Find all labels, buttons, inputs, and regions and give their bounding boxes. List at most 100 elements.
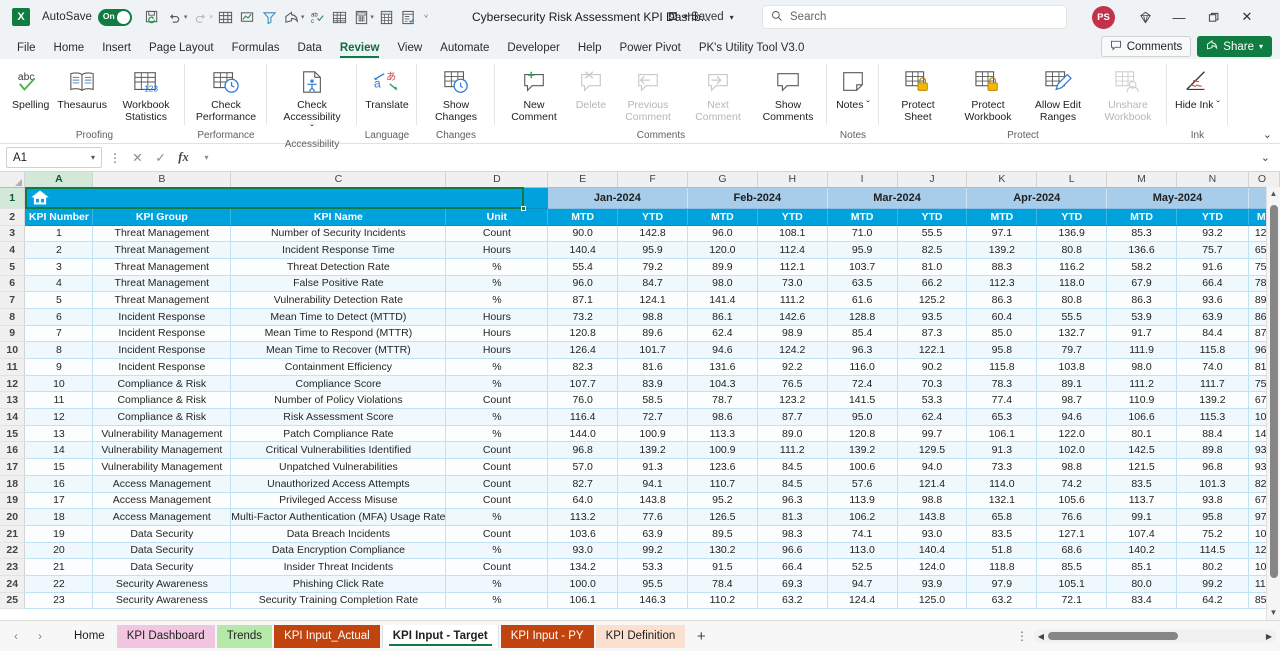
show-comments-button[interactable]: Show Comments (753, 63, 823, 125)
cell-value[interactable]: 58.2 (1106, 258, 1177, 276)
cell-value[interactable]: 75.7 (1176, 241, 1249, 259)
sheet-tab-kpi-definition[interactable]: KPI Definition (595, 624, 686, 648)
formula-input[interactable] (220, 147, 1253, 168)
sheet-tab-kpi-input-actual[interactable]: KPI Input_Actual (274, 624, 380, 648)
cell-value[interactable]: 80.8 (1036, 291, 1108, 309)
table-row[interactable]: 6 4 Threat Management False Positive Rate% 9… (0, 275, 1280, 293)
select-all-corner[interactable] (0, 172, 26, 188)
cell-value[interactable]: 73.0 (757, 275, 828, 293)
cell-kpi-name[interactable]: Unauthorized Access Attempts (230, 475, 447, 493)
cell-value[interactable]: 55.5 (897, 225, 968, 243)
cell-value[interactable]: 81.6 (617, 358, 688, 376)
cell-value[interactable]: 130.2 (687, 542, 758, 560)
cell-kpi-number[interactable]: 6 (24, 308, 94, 326)
cell-value[interactable]: 78.7 (687, 391, 758, 410)
cell-value[interactable]: 72.4 (827, 375, 898, 393)
allow-edit-ranges-button[interactable]: Allow Edit Ranges (1023, 63, 1093, 125)
cell-unit[interactable]: Hours (445, 325, 549, 343)
cell-value[interactable]: 76.0 (547, 391, 619, 410)
cell-kpi-group[interactable]: Data Security (92, 542, 232, 560)
table-row[interactable]: 13 11 Compliance & Risk Number of Policy Vi… (0, 391, 1280, 410)
cell-kpi-group[interactable]: Security Awareness (92, 592, 232, 610)
cell-value[interactable]: 80.1 (1106, 425, 1177, 443)
cell-kpi-number[interactable]: 18 (24, 508, 94, 526)
cell-value[interactable]: 99.2 (1176, 575, 1249, 593)
cell-value[interactable]: 64.0 (547, 492, 619, 510)
cell-value[interactable]: 65.3 (966, 408, 1038, 426)
table-row[interactable]: 9 7 Incident Response Mean Time to Respond … (0, 325, 1280, 343)
cell-kpi-group[interactable]: Incident Response (92, 341, 232, 359)
cell-value[interactable]: 132.7 (1036, 325, 1108, 343)
cell-value[interactable]: 89.9 (687, 258, 758, 276)
vertical-scrollbar[interactable]: ▲ ▼ (1266, 187, 1280, 620)
cell-kpi-group[interactable]: Vulnerability Management (92, 441, 232, 460)
cell-value[interactable]: 106.6 (1106, 408, 1177, 426)
cell-value[interactable]: 93.0 (547, 542, 619, 560)
cell-value[interactable]: 114.0 (966, 475, 1038, 493)
cell-kpi-group[interactable]: Data Security (92, 558, 232, 576)
cell-value[interactable]: 82.3 (547, 358, 619, 376)
cell-value[interactable]: 141.4 (687, 291, 758, 309)
cell-a1-title[interactable] (24, 187, 548, 209)
table-row[interactable]: 16 14 Vulnerability Management Critical Vul… (0, 441, 1280, 460)
cell-value[interactable]: 84.5 (757, 458, 828, 476)
cell-value[interactable]: 63.2 (966, 592, 1038, 610)
cell-value[interactable]: 78.4 (687, 575, 758, 593)
column-header-d[interactable]: D (445, 172, 549, 188)
cell-kpi-number[interactable]: 3 (24, 258, 94, 276)
redo-icon[interactable] (189, 6, 211, 28)
cell-unit[interactable]: % (445, 508, 549, 526)
column-header-n[interactable]: N (1176, 172, 1249, 188)
cell-value[interactable]: 105.1 (1036, 575, 1108, 593)
cell-value[interactable]: 134.2 (547, 558, 619, 576)
filter-icon[interactable] (259, 6, 281, 28)
cell-kpi-name[interactable]: Critical Vulnerabilities Identified (230, 441, 447, 460)
cell-value[interactable]: 113.3 (687, 425, 758, 443)
cell-value[interactable]: 73.2 (547, 308, 619, 326)
cell-value[interactable]: 53.3 (617, 558, 688, 576)
cell-value[interactable]: 81.3 (757, 508, 828, 526)
cell-value[interactable]: 88.3 (966, 258, 1038, 276)
pivot-icon[interactable] (376, 6, 398, 28)
table-row[interactable]: 20 18 Access Management Multi-Factor Authen… (0, 508, 1280, 526)
cell-value[interactable]: 55.5 (1036, 308, 1108, 326)
ribbon-tab-automate[interactable]: Automate (431, 40, 498, 59)
ribbon-tab-help[interactable]: Help (569, 40, 611, 59)
cell-value[interactable]: 98.3 (757, 525, 828, 543)
cell-value[interactable]: 113.7 (1106, 492, 1177, 510)
cell-unit[interactable]: Count (445, 475, 549, 493)
save-status-label[interactable]: • Saved (684, 11, 724, 23)
cell-value[interactable]: 100.9 (617, 425, 688, 443)
protect-sheet-button[interactable]: Protect Sheet (883, 63, 953, 125)
cell-value[interactable]: 62.4 (897, 408, 968, 426)
table-icon[interactable] (215, 6, 237, 28)
horizontal-scrollbar[interactable]: ◀ ▶ (1034, 629, 1276, 643)
table-row[interactable]: 8 6 Incident Response Mean Time to Detect (… (0, 308, 1280, 326)
cell-kpi-number[interactable]: 12 (24, 408, 94, 426)
new-comment-button[interactable]: New Comment (499, 63, 569, 125)
cell-value[interactable]: 83.5 (966, 525, 1038, 543)
cell-kpi-name[interactable]: Threat Detection Rate (230, 258, 447, 276)
cell-value[interactable]: 136.6 (1106, 241, 1177, 259)
cell-value[interactable]: 139.2 (1176, 391, 1249, 410)
cell-value[interactable]: 124.0 (897, 558, 968, 576)
cell-value[interactable]: 140.2 (1106, 542, 1177, 560)
table-row[interactable]: 7 5 Threat Management Vulnerability Detecti… (0, 291, 1280, 309)
row-header-24[interactable]: 24 (0, 575, 26, 593)
cell-value[interactable]: 106.1 (547, 592, 619, 610)
ribbon-tab-review[interactable]: Review (331, 40, 389, 59)
cell-kpi-name[interactable]: Compliance Score (230, 375, 447, 393)
row-header-4[interactable]: 4 (0, 241, 26, 259)
cell-value[interactable]: 95.2 (687, 492, 758, 510)
show-changes-button[interactable]: Show Changes (421, 63, 491, 125)
cell-value[interactable]: 93.9 (897, 575, 968, 593)
cell-value[interactable]: 123.2 (757, 391, 828, 410)
spelling-button[interactable]: abc Spelling (8, 63, 53, 113)
cell-value[interactable]: 139.2 (827, 441, 898, 460)
cell-kpi-name[interactable]: Mean Time to Detect (MTTD) (230, 308, 447, 326)
cell-kpi-name[interactable]: Insider Threat Incidents (230, 558, 447, 576)
cell-value[interactable]: 82.5 (897, 241, 968, 259)
share-dropdown-icon[interactable]: ▾ (301, 13, 305, 21)
sheet-tab-home[interactable]: Home (64, 625, 115, 648)
cell-kpi-group[interactable]: Security Awareness (92, 575, 232, 593)
